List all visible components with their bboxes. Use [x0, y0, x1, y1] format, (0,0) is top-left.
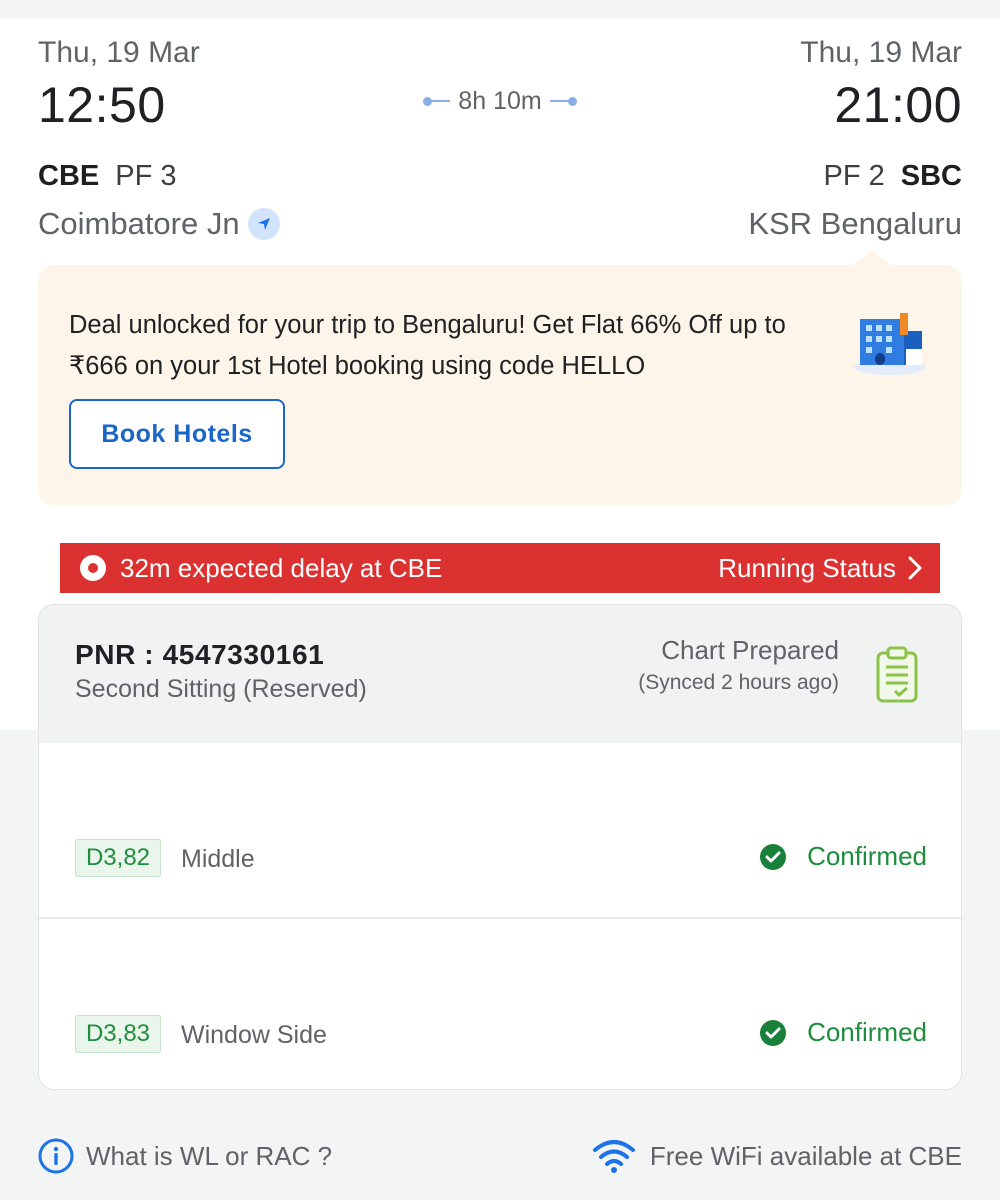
duration-line-right-icon: [549, 96, 577, 106]
chevron-right-icon: [908, 556, 922, 580]
delay-banner[interactable]: 32m expected delay at CBE Running Status: [60, 543, 940, 593]
departure-platform: PF 3: [115, 160, 177, 192]
info-icon: [38, 1138, 74, 1174]
arrival-time: 21:00: [834, 77, 962, 133]
journey-duration: 8h 10m: [413, 86, 587, 116]
status-bar-shade: [0, 0, 1000, 18]
departure-time: 12:50: [38, 77, 166, 133]
wifi-info: Free WiFi available at CBE: [592, 1138, 962, 1174]
check-circle-icon: [760, 1019, 787, 1046]
journey-summary: Thu, 19 Mar Thu, 19 Mar 12:50 21:00 8h 1…: [38, 30, 962, 250]
berth-badge: D3,82: [75, 839, 161, 877]
passenger-row: D3,82 Middle Confirmed: [39, 743, 961, 918]
pnr-card: PNR : 4547330161 Second Sitting (Reserve…: [38, 604, 962, 1090]
navigate-icon[interactable]: [247, 208, 280, 240]
duration-label: 8h 10m: [458, 86, 542, 115]
running-status-label: Running Status: [718, 552, 896, 583]
hotel-promo-card: Deal unlocked for your trip to Bengaluru…: [38, 265, 962, 505]
travel-class: Second Sitting (Reserved): [75, 675, 367, 703]
departure-code: CBE: [38, 160, 100, 192]
arrival-station-row: PF 2 SBC: [824, 160, 962, 193]
departure-station-name[interactable]: Coimbatore Jn: [38, 206, 280, 242]
redacted-passenger-name: [57, 751, 417, 831]
check-circle-icon: [760, 843, 787, 870]
promo-text: Deal unlocked for your trip to Bengaluru…: [69, 311, 786, 380]
booking-status-label: Confirmed: [807, 1017, 927, 1047]
wl-rac-info-label: What is WL or RAC ?: [86, 1140, 333, 1171]
arrival-code: SBC: [900, 160, 962, 192]
book-hotels-button[interactable]: Book Hotels: [69, 399, 285, 469]
departure-station-label: Coimbatore Jn: [38, 206, 240, 241]
berth-badge: D3,83: [75, 1015, 161, 1053]
departure-date: Thu, 19 Mar: [38, 36, 200, 69]
arrival-station-name: KSR Bengaluru: [748, 206, 962, 241]
booking-status-label: Confirmed: [807, 841, 927, 871]
pnr-card-header: PNR : 4547330161 Second Sitting (Reserve…: [39, 605, 961, 743]
clipboard-check-icon: [875, 645, 919, 710]
passenger-row: D3,83 Window Side Confirmed: [39, 917, 961, 1089]
alert-dot-icon: [80, 555, 106, 581]
chart-status: Chart Prepared: [661, 635, 839, 665]
booking-status: Confirmed: [759, 1017, 927, 1048]
berth-preference: Window Side: [181, 1021, 327, 1049]
promo-pointer: [852, 250, 892, 266]
running-status-link[interactable]: Running Status: [718, 553, 922, 584]
delay-text: 32m expected delay at CBE: [120, 552, 443, 583]
hotel-building-icon: [850, 309, 930, 382]
redacted-passenger-name: [39, 923, 309, 1003]
sync-status: (Synced 2 hours ago): [638, 671, 839, 694]
berth-preference: Middle: [181, 845, 255, 873]
duration-line-left-icon: [423, 96, 451, 106]
wifi-label: Free WiFi available at CBE: [649, 1140, 962, 1171]
wifi-icon: [592, 1140, 635, 1173]
booking-status: Confirmed: [759, 841, 927, 872]
departure-station-row: CBE PF 3: [38, 160, 176, 193]
arrival-date: Thu, 19 Mar: [800, 36, 962, 69]
pnr-number: PNR : 4547330161: [75, 639, 325, 670]
wl-rac-info-link[interactable]: What is WL or RAC ?: [38, 1138, 332, 1174]
arrival-platform: PF 2: [823, 160, 885, 192]
